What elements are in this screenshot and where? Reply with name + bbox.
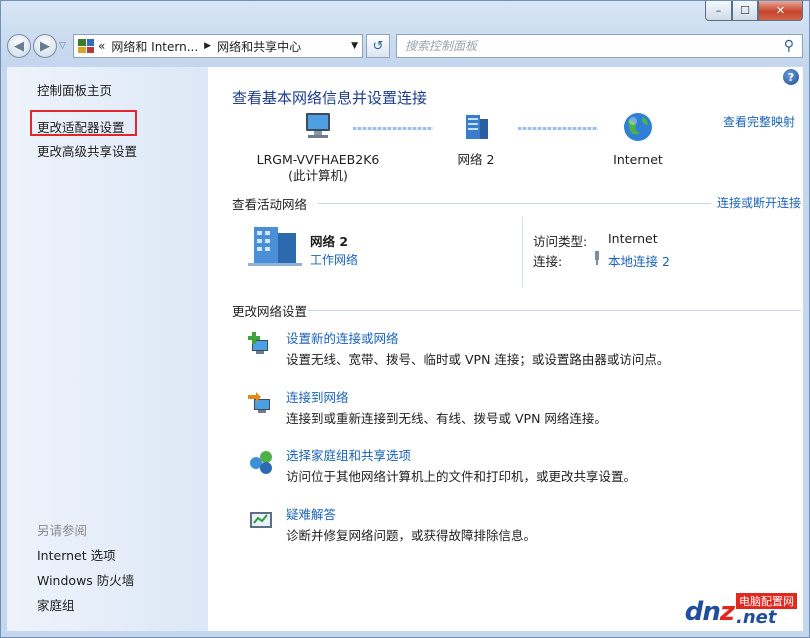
task-new-connection: 设置新的连接或网络 设置无线、宽带、拨号、临时或 VPN 连接；或设置路由器或访… <box>248 328 788 368</box>
see-also-windows-firewall[interactable]: Windows 防火墙 <box>37 570 134 589</box>
navigation-bar: ◀ ▶ ▽ « 网络和 Intern... ▶ 网络和共享中心 ▼ ↺ ⚲ <box>7 29 803 63</box>
connect-to-network-link[interactable]: 连接到网络 <box>286 387 349 406</box>
close-button[interactable]: ✕ <box>758 1 803 21</box>
computer-name-label: LRGM-VVFHAEB2K6 <box>256 152 380 167</box>
computer-icon <box>306 113 330 138</box>
page-title: 查看基本网络信息并设置连接 <box>232 89 428 107</box>
connection-plug-icon <box>591 251 603 268</box>
map-node-internet[interactable]: Internet <box>598 111 678 168</box>
vertical-divider <box>522 217 523 287</box>
network-label: 网络 2 <box>457 152 495 167</box>
breadcrumb-separator-icon[interactable]: ▶ <box>204 41 211 51</box>
see-also-internet-options[interactable]: Internet 选项 <box>37 545 116 564</box>
homegroup-icon <box>250 451 272 474</box>
sidebar: 控制面板主页 更改适配器设置 更改高级共享设置 另请参阅 Internet 选项… <box>7 67 208 631</box>
homegroup-sharing-link[interactable]: 选择家庭组和共享选项 <box>286 445 411 464</box>
local-connection-link[interactable]: 本地连接 2 <box>608 251 670 270</box>
sidebar-item-change-advanced-sharing[interactable]: 更改高级共享设置 <box>37 141 137 160</box>
watermark-net: .net <box>736 607 777 628</box>
watermark-logo: dnz 电脑配置网 .net <box>685 593 797 627</box>
minimize-button[interactable]: – <box>705 1 732 21</box>
view-full-map-link[interactable]: 查看完整映射 <box>723 113 795 130</box>
new-connection-icon <box>248 332 268 354</box>
troubleshoot-link[interactable]: 疑难解答 <box>286 504 336 523</box>
building-network-icon <box>248 227 302 266</box>
task-homegroup: 选择家庭组和共享选项 访问位于其他网络计算机上的文件和打印机，或更改共享设置。 <box>248 445 788 485</box>
task-troubleshoot: 疑难解答 诊断并修复网络问题，或获得故障排除信息。 <box>248 504 788 544</box>
search-icon[interactable]: ⚲ <box>784 38 794 54</box>
network-icon <box>466 115 488 139</box>
access-type-row: 访问类型: Internet <box>533 231 658 250</box>
section-divider <box>318 203 711 204</box>
access-type-value: Internet <box>608 231 658 246</box>
sidebar-item-control-panel-home[interactable]: 控制面板主页 <box>37 80 112 99</box>
breadcrumb-network-internet[interactable]: 网络和 Intern... <box>111 38 198 55</box>
address-dropdown-icon[interactable]: ▼ <box>351 41 358 51</box>
breadcrumb-sharing-center[interactable]: 网络和共享中心 <box>217 38 301 55</box>
access-type-label: 访问类型: <box>533 234 588 249</box>
main-content: ? 查看基本网络信息并设置连接 查看完整映射 LRGM-VVFHAEB2K6 (… <box>208 67 803 631</box>
task-connect-network: 连接到网络 连接到或重新连接到无线、有线、拨号或 VPN 网络连接。 <box>248 387 788 427</box>
section-divider <box>308 310 801 311</box>
refresh-button[interactable]: ↺ <box>366 34 390 58</box>
map-node-computer[interactable]: LRGM-VVFHAEB2K6 (此计算机) <box>248 111 388 184</box>
search-input[interactable] <box>405 39 784 53</box>
help-icon[interactable]: ? <box>783 69 799 85</box>
back-arrow-icon: ◀ <box>14 38 24 54</box>
watermark-dn: dn <box>684 597 721 627</box>
window-controls: – ☐ ✕ <box>705 1 803 21</box>
connections-row: 连接: 本地连接 2 <box>533 251 670 270</box>
forward-button[interactable]: ▶ <box>33 34 57 58</box>
setup-new-connection-desc: 设置无线、宽带、拨号、临时或 VPN 连接；或设置路由器或访问点。 <box>286 352 670 367</box>
map-link-line <box>353 127 433 130</box>
internet-label: Internet <box>613 152 663 167</box>
recent-pages-dropdown[interactable]: ▽ <box>59 41 71 51</box>
map-node-network[interactable]: 网络 2 <box>436 111 516 168</box>
maximize-button[interactable]: ☐ <box>732 1 758 21</box>
computer-sub-label: (此计算机) <box>288 168 348 183</box>
connections-label: 连接: <box>533 254 563 269</box>
active-network-name: 网络 2 <box>310 234 349 249</box>
homegroup-sharing-desc: 访问位于其他网络计算机上的文件和打印机，或更改共享设置。 <box>286 469 637 484</box>
address-overflow-chevron[interactable]: « <box>98 39 105 53</box>
refresh-icon: ↺ <box>372 38 384 54</box>
connect-to-network-desc: 连接到或重新连接到无线、有线、拨号或 VPN 网络连接。 <box>286 411 607 426</box>
troubleshoot-desc: 诊断并修复网络问题，或获得故障排除信息。 <box>286 528 537 543</box>
active-network-card: 网络 2 工作网络 <box>248 219 508 279</box>
connect-disconnect-link[interactable]: 连接或断开连接 <box>717 194 801 211</box>
active-networks-heading: 查看活动网络 <box>232 197 308 212</box>
forward-arrow-icon: ▶ <box>40 38 50 54</box>
connect-network-icon <box>248 392 270 413</box>
watermark-z: z <box>719 597 735 627</box>
see-also-homegroup[interactable]: 家庭组 <box>37 595 75 614</box>
network-type-link[interactable]: 工作网络 <box>310 251 358 268</box>
globe-icon <box>624 113 652 141</box>
control-panel-icon <box>78 39 94 53</box>
map-link-line <box>518 127 598 130</box>
change-settings-heading: 更改网络设置 <box>232 304 308 319</box>
back-button[interactable]: ◀ <box>7 34 31 58</box>
see-also-heading: 另请参阅 <box>37 523 88 538</box>
sidebar-item-change-adapter-settings[interactable]: 更改适配器设置 <box>37 117 125 136</box>
address-bar[interactable]: « 网络和 Intern... ▶ 网络和共享中心 ▼ <box>73 34 363 58</box>
search-box[interactable]: ⚲ <box>396 34 803 58</box>
control-panel-window: – ☐ ✕ ◀ ▶ ▽ « 网络和 Intern... ▶ 网络和共享中心 ▼ … <box>0 0 810 638</box>
troubleshoot-icon <box>250 512 272 528</box>
setup-new-connection-link[interactable]: 设置新的连接或网络 <box>286 328 399 347</box>
